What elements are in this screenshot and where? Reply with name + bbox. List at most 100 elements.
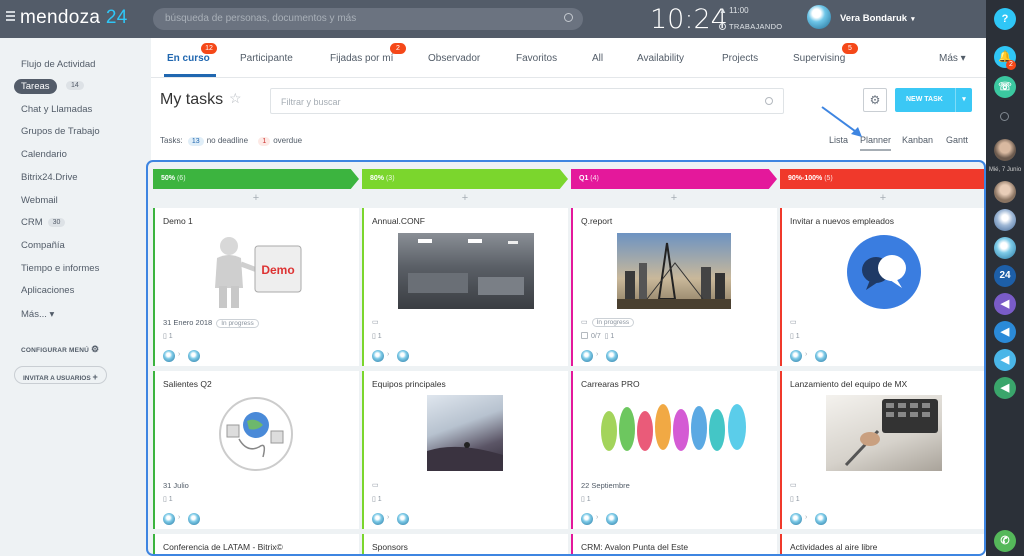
no-deadline-count[interactable]: 13 (187, 137, 204, 146)
configure-menu-button[interactable]: CONFIGURAR MENÚ ⚙ (21, 344, 99, 355)
portal-logo[interactable]: mendoza 24 (20, 7, 128, 29)
avatar (581, 513, 593, 525)
right-panel: ? 🔔 2 ☏ Mié, 7 Junio 24 ◀ ◀ ◀ ◀ ✆ (986, 0, 1024, 556)
file-counter: ▯ 1 (790, 333, 800, 340)
add-card-button[interactable]: + (780, 192, 984, 204)
task-card[interactable]: CRM: Avalon Punta del Este (571, 534, 777, 554)
filter-search-input[interactable]: Filtrar y buscar (270, 88, 784, 114)
tab-observador[interactable]: Observador (428, 53, 480, 64)
task-card[interactable]: Salientes Q2 31 Julio ▯ 1 › (153, 371, 359, 529)
task-title[interactable]: Salientes Q2 (163, 379, 212, 389)
task-card[interactable]: Carrearas PRO 22 Septiembre ▯ 1 › (571, 371, 777, 529)
chevron-right-icon: › (805, 514, 808, 521)
task-title[interactable]: Conferencia de LATAM - Bitrix© (163, 542, 283, 552)
new-task-button[interactable]: NEW TASK ▾ (895, 88, 972, 112)
avatar[interactable] (807, 5, 831, 29)
task-title[interactable]: Q.report (581, 216, 612, 226)
crm-count-badge: 30 (47, 218, 66, 227)
chat-icon[interactable]: ☏ (994, 76, 1016, 98)
add-card-button[interactable]: + (571, 192, 777, 204)
bitrix24-icon[interactable]: 24 (994, 265, 1016, 287)
tab-participante[interactable]: Participante (240, 53, 293, 64)
avatar (188, 350, 200, 362)
invite-users-button[interactable]: INVITAR A USUARIOS + (14, 366, 107, 384)
column-header[interactable]: 80% (3) (362, 169, 568, 189)
tab-more[interactable]: Más ▾ (939, 53, 966, 64)
task-card[interactable]: Demo 1 Demo 31 Enero 2018 In progress ▯ 1… (153, 208, 359, 366)
column-header[interactable]: 90%-100% (5) (780, 169, 984, 189)
chevron-down-icon[interactable]: ▾ (955, 88, 972, 112)
sidebar-item-drive[interactable]: Bitrix24.Drive (21, 172, 78, 183)
chevron-down-icon: ▾ (911, 16, 915, 23)
search-icon[interactable] (1000, 112, 1009, 121)
task-title[interactable]: Carrearas PRO (581, 379, 640, 389)
sidebar-item-tasks[interactable]: Tareas (14, 79, 57, 94)
phone-icon[interactable]: ✆ (994, 530, 1016, 552)
work-status[interactable]: TRABAJANDO (719, 22, 782, 31)
help-button[interactable]: ? (994, 8, 1016, 30)
task-title[interactable]: Annual.CONF (372, 216, 425, 226)
column-header[interactable]: 50% (6) (153, 169, 359, 189)
column-header[interactable]: Q1 (4) (571, 169, 777, 189)
tab-all[interactable]: All (592, 53, 603, 64)
global-search-input[interactable]: búsqueda de personas, documentos y más (153, 8, 583, 30)
tab-en-curso[interactable]: En curso (167, 53, 210, 64)
megaphone-icon[interactable]: ◀ (994, 349, 1016, 371)
sidebar-item-reports[interactable]: Tiempo e informes (21, 263, 99, 274)
contact-avatar[interactable] (994, 181, 1016, 203)
task-title[interactable]: Invitar a nuevos empleados (790, 216, 894, 226)
file-counter: ▯ 1 (372, 496, 382, 503)
sidebar-item-apps[interactable]: Aplicaciones (21, 285, 74, 296)
tab-projects[interactable]: Projects (722, 53, 758, 64)
view-gantt[interactable]: Gantt (946, 135, 968, 145)
user-menu[interactable]: Vera Bondaruk ▾ (840, 13, 915, 24)
tab-badge: 2 (390, 43, 406, 54)
tab-availability[interactable]: Availability (637, 53, 684, 64)
contact-avatar[interactable] (994, 139, 1016, 161)
megaphone-icon[interactable]: ◀ (994, 293, 1016, 315)
task-card[interactable]: Lanzamiento del equipo de MX ▭ ▯ 1 › (780, 371, 984, 529)
sidebar-item-company[interactable]: Compañía (21, 240, 65, 251)
task-card[interactable]: Actividades al aire libre (780, 534, 984, 554)
star-icon[interactable]: ☆ (229, 90, 242, 107)
menu-icon[interactable] (6, 11, 15, 13)
overdue-count[interactable]: 1 (258, 137, 271, 146)
tab-favoritos[interactable]: Favoritos (516, 53, 557, 64)
clock[interactable]: 10:24 (650, 4, 728, 35)
avatar (163, 350, 175, 362)
sidebar-item-more[interactable]: Más... ▾ (21, 309, 54, 320)
task-card[interactable]: Invitar a nuevos empleados ▭ ▯ 1 › (780, 208, 984, 366)
contact-avatar[interactable] (994, 209, 1016, 231)
task-card[interactable]: Equipos principales ▭ ▯ 1 › (362, 371, 568, 529)
task-title[interactable]: Sponsors (372, 542, 408, 552)
sidebar-item-webmail[interactable]: Webmail (21, 195, 58, 206)
add-card-button[interactable]: + (362, 192, 568, 204)
task-title[interactable]: Equipos principales (372, 379, 446, 389)
megaphone-icon[interactable]: ◀ (994, 377, 1016, 399)
sidebar-item-activity-stream[interactable]: Flujo de Actividad (21, 59, 95, 70)
speech-bubbles-icon (846, 234, 922, 310)
task-card[interactable]: Annual.CONF ▭ ▯ 1 › (362, 208, 568, 366)
demo-sign: Demo (261, 263, 294, 277)
task-card[interactable]: Q.report ▭ In progress 0/7 ▯ 1 › (571, 208, 777, 366)
view-kanban[interactable]: Kanban (902, 135, 933, 145)
task-card[interactable]: Conferencia de LATAM - Bitrix© (153, 534, 359, 554)
sidebar-item-crm[interactable]: CRM 30 (21, 217, 66, 228)
add-card-button[interactable]: + (153, 192, 359, 204)
task-card[interactable]: Sponsors (362, 534, 568, 554)
task-title[interactable]: Demo 1 (163, 216, 193, 226)
description-icon: ▭ (790, 319, 797, 326)
task-title[interactable]: CRM: Avalon Punta del Este (581, 542, 688, 552)
sidebar-item-calendar[interactable]: Calendario (21, 149, 67, 160)
avatar (188, 513, 200, 525)
task-title[interactable]: Lanzamiento del equipo de MX (790, 379, 907, 389)
tab-fijadas[interactable]: Fijadas por mí (330, 53, 393, 64)
sidebar-item-chat[interactable]: Chat y Llamadas (21, 104, 92, 115)
task-image: Demo (203, 234, 309, 310)
task-title[interactable]: Actividades al aire libre (790, 542, 877, 552)
tab-supervising[interactable]: Supervising (793, 53, 845, 64)
sidebar-item-workgroups[interactable]: Grupos de Trabajo (21, 126, 100, 137)
contact-avatar[interactable] (994, 237, 1016, 259)
megaphone-icon[interactable]: ◀ (994, 321, 1016, 343)
description-icon: ▭ In progress (581, 318, 635, 327)
